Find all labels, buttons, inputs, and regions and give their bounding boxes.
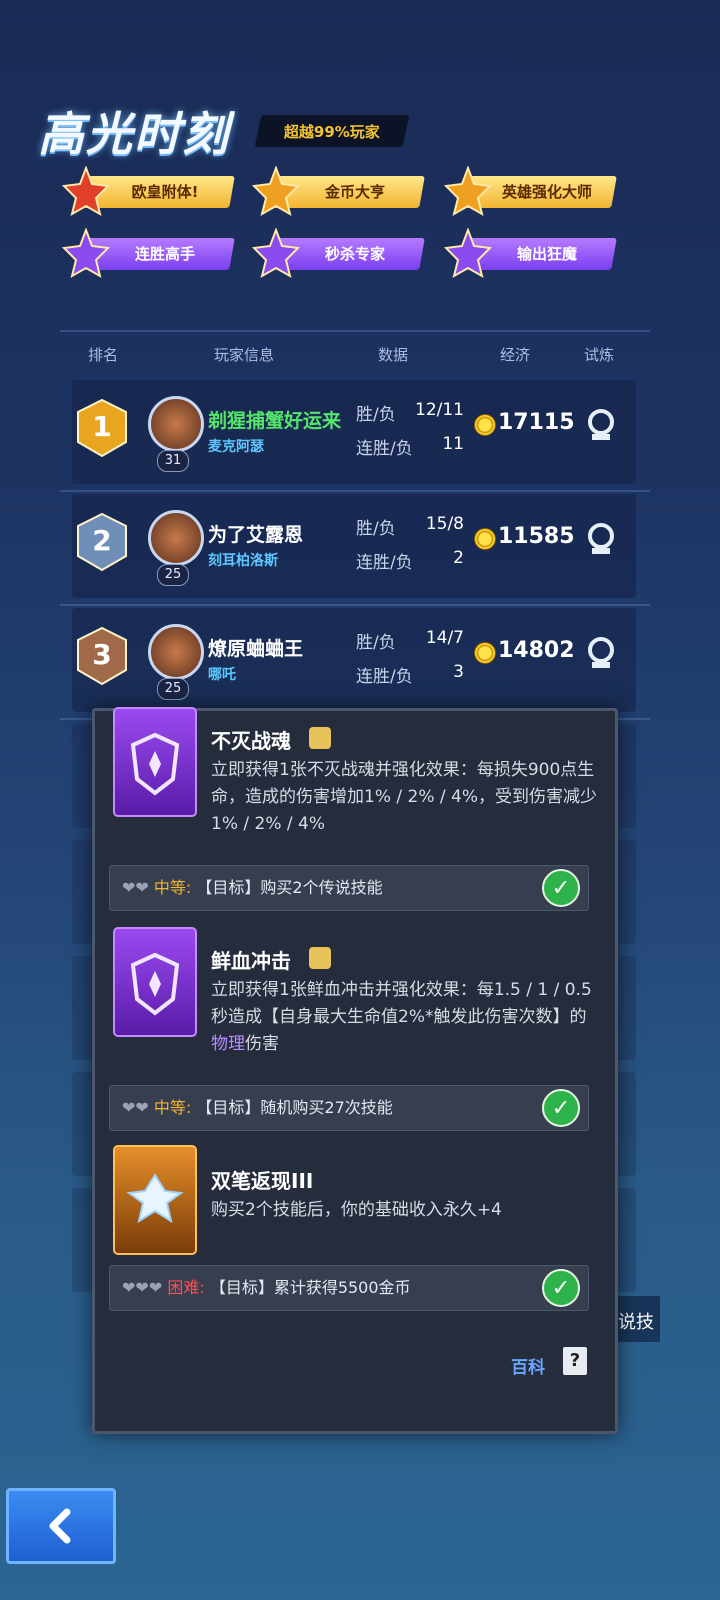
divider: [60, 330, 650, 332]
skill-desc-3: 购买2个技能后，你的基础收入永久+4: [211, 1200, 502, 1220]
rank-medal-icon: 3: [74, 626, 130, 686]
win-loss-label: 胜/负: [356, 633, 396, 653]
difficulty-hearts-icon: ❤❤: [122, 878, 149, 897]
trial-icon[interactable]: [586, 408, 616, 442]
shield-icon: [130, 732, 180, 796]
skill-name-3: 双笔返现III: [211, 1169, 314, 1193]
goal-row-1: ❤❤ 中等: 【目标】购买2个传说技能 ✓: [109, 865, 589, 911]
win-loss-value: 14/7: [425, 628, 464, 648]
skill-desc-2: 立即获得1张鲜血冲击并强化效果：每1.5 / 1 / 0.5秒造成【自身最大生命…: [211, 980, 592, 1054]
streak-value: 2: [453, 548, 464, 568]
beat-percent-badge: 超越99%玩家: [254, 115, 410, 147]
player-name: 燎原蛐蛐王: [208, 638, 304, 660]
divider: [60, 490, 650, 492]
badge-3: 连胜高手: [62, 228, 235, 279]
coin-icon: [474, 642, 496, 664]
streak-value: 3: [453, 662, 464, 682]
goal-row-2: ❤❤ 中等: 【目标】随机购买27次技能 ✓: [109, 1085, 589, 1131]
col-data: 数据: [378, 346, 409, 364]
shield-icon: [130, 952, 180, 1016]
win-loss-label: 胜/负: [356, 519, 396, 539]
col-rank: 排名: [88, 346, 119, 364]
difficulty-hearts-icon: ❤❤❤: [122, 1278, 163, 1297]
coin-icon: [474, 528, 496, 550]
badge-1: 金币大亨: [252, 166, 425, 217]
skill-card-2: [113, 927, 197, 1037]
hero-name: 麦克阿瑟: [208, 439, 264, 455]
goal-row-3: ❤❤❤ 困难: 【目标】累计获得5500金币 ✓: [109, 1265, 589, 1311]
wiki-link[interactable]: 百科: [511, 1353, 545, 1378]
col-player: 玩家信息: [214, 346, 275, 364]
difficulty-hearts-icon: ❤❤: [122, 1098, 149, 1117]
player-name: 剃猩捕蟹好运来: [208, 410, 342, 432]
avatar[interactable]: [148, 624, 204, 680]
coin-icon: [474, 414, 496, 436]
skill-desc-1: 立即获得1张不灭战魂并强化效果：每损失900点生命，造成的伤害增加1% / 2%…: [211, 760, 597, 834]
trial-icon[interactable]: [586, 522, 616, 556]
win-loss-value: 15/8: [425, 514, 464, 534]
avatar[interactable]: [148, 396, 204, 452]
check-icon: ✓: [542, 869, 580, 907]
win-loss-label: 胜/负: [356, 405, 396, 425]
legend-tag-icon: [309, 947, 331, 969]
level-badge: 31: [157, 450, 189, 472]
skill-name-2: 鲜血冲击: [211, 949, 291, 973]
col-economy: 经济: [500, 346, 531, 364]
hero-name: 哪吒: [208, 667, 236, 683]
streak-label: 连胜/负: [356, 553, 413, 573]
help-book-icon[interactable]: ?: [563, 1347, 587, 1375]
gold-value: 17115: [498, 410, 575, 435]
gold-value: 11585: [498, 524, 575, 549]
avatar[interactable]: [148, 510, 204, 566]
streak-label: 连胜/负: [356, 667, 413, 687]
legend-tag-icon: [309, 727, 331, 749]
win-loss-value: 12/11: [415, 400, 464, 420]
page-title: 高光时刻: [38, 107, 230, 161]
rank-medal-icon: 2: [74, 512, 130, 572]
badge-2: 英雄强化大师: [444, 166, 617, 217]
streak-value: 11: [442, 434, 464, 454]
check-icon: ✓: [542, 1269, 580, 1307]
check-icon: ✓: [542, 1089, 580, 1127]
col-trial: 试炼: [584, 346, 615, 364]
streak-label: 连胜/负: [356, 439, 413, 459]
level-badge: 25: [157, 564, 189, 586]
badge-0: 欧皇附体!: [62, 166, 235, 217]
badge-5: 输出狂魔: [444, 228, 617, 279]
trial-icon[interactable]: [586, 636, 616, 670]
skill-name-1: 不灭战魂: [211, 729, 291, 753]
skill-tooltip-popup: 不灭战魂 立即获得1张不灭战魂并强化效果：每损失900点生命，造成的伤害增加1%…: [92, 707, 618, 1434]
chevron-left-icon: [49, 1508, 71, 1544]
skill-card-1: [113, 707, 197, 817]
badge-4: 秒杀专家: [252, 228, 425, 279]
level-badge: 25: [157, 678, 189, 700]
back-button[interactable]: [6, 1488, 116, 1564]
tree-emblem-icon: [126, 1173, 184, 1224]
rank-medal-icon: 1: [74, 398, 130, 458]
divider: [60, 604, 650, 606]
gold-value: 14802: [498, 638, 575, 663]
skill-card-3: [113, 1145, 197, 1255]
hero-name: 刻耳柏洛斯: [208, 553, 278, 569]
player-name: 为了艾露恩: [208, 524, 304, 546]
